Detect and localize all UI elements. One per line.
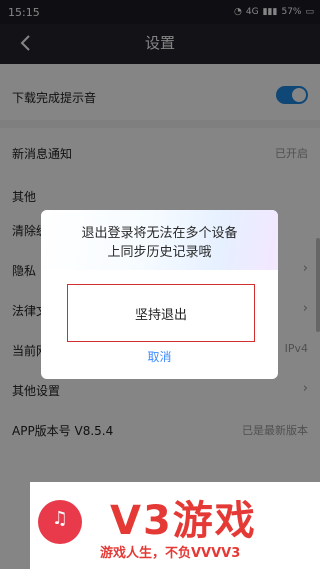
confirm-logout-button[interactable]: 坚持退出: [67, 284, 255, 342]
cancel-button[interactable]: 取消: [41, 348, 278, 365]
dialog-message: 退出登录将无法在多个设备 上同步历史记录哦: [81, 226, 238, 260]
scrollbar[interactable]: [316, 238, 320, 332]
watermark-banner: ♫ V3游戏 游戏人生，不负VVVV3: [30, 482, 320, 569]
logout-dialog: 退出登录将无法在多个设备 上同步历史记录哦 坚持退出 取消: [41, 210, 278, 379]
music-note-icon: ♫: [51, 508, 69, 529]
watermark-slogan: 游戏人生，不负VVVV3: [100, 546, 241, 561]
watermark-logo: ♫: [38, 500, 82, 544]
watermark-brand: V3游戏: [110, 498, 257, 544]
